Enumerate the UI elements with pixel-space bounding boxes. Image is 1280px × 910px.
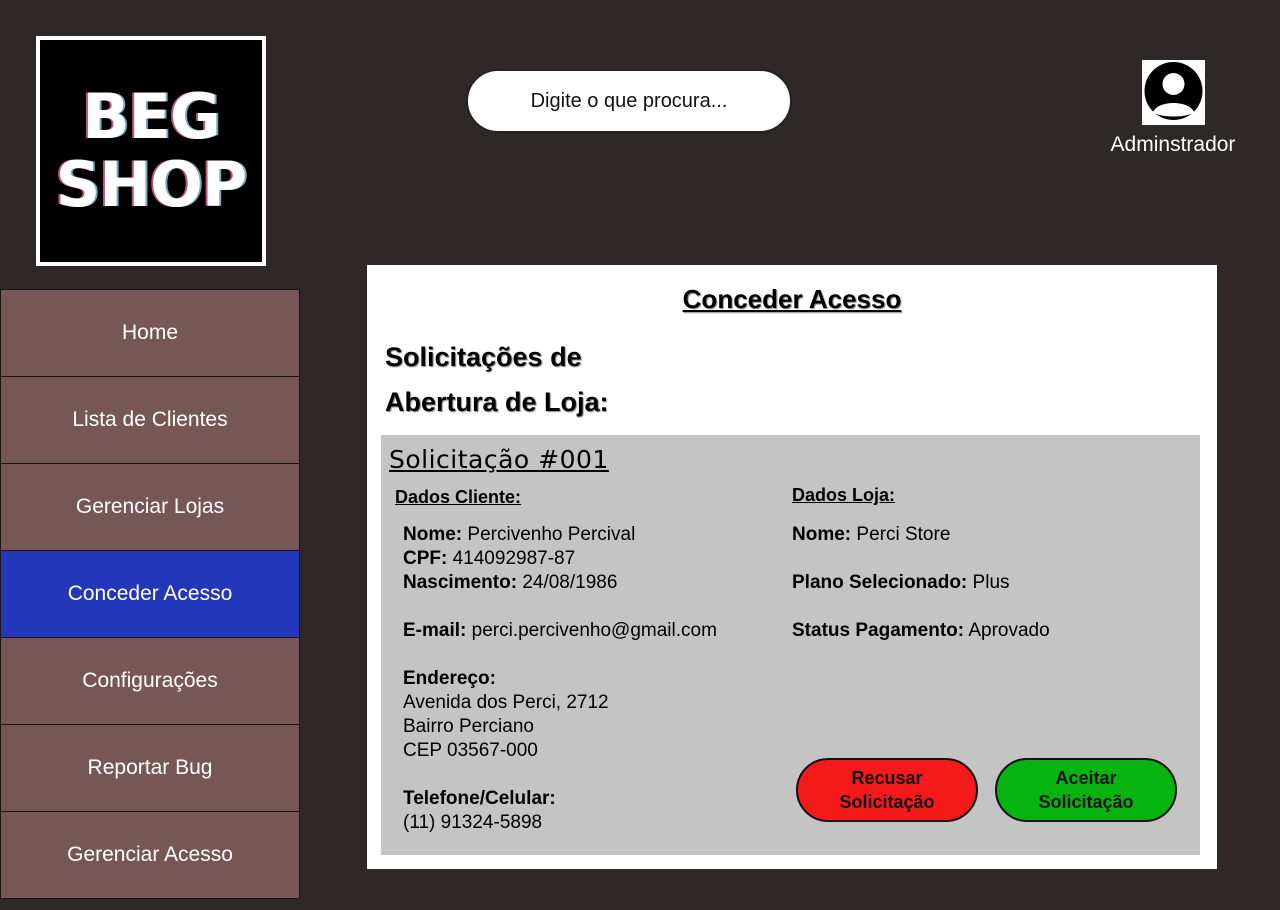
sidebar-item-client-list[interactable]: Lista de Clientes (0, 376, 300, 464)
client-birth-row: Nascimento: 24/08/1986 (403, 571, 635, 595)
sidebar-item-home[interactable]: Home (0, 289, 300, 377)
store-payment-label: Status Pagamento: (792, 620, 965, 641)
store-name-label: Nome: (792, 524, 852, 545)
reject-button-line2: Solicitação (839, 792, 935, 812)
sidebar-item-grant-access[interactable]: Conceder Acesso (0, 550, 300, 638)
store-payment-status: Aprovado (968, 620, 1050, 641)
logo-text-line1: BEG (82, 80, 220, 153)
client-address-label: Endereço: (403, 668, 496, 689)
sidebar-item-label: Configurações (82, 669, 218, 692)
accept-request-button[interactable]: Aceitar Solicitação (995, 758, 1177, 822)
store-name: Perci Store (856, 524, 951, 545)
sidebar-item-manage-stores[interactable]: Gerenciar Lojas (0, 463, 300, 551)
client-name: Percivenho Percival (467, 524, 636, 545)
accept-button-line1: Aceitar (1055, 768, 1117, 788)
sidebar-item-label: Conceder Acesso (67, 582, 233, 605)
user-profile[interactable]: Adminstrador (1098, 60, 1248, 157)
client-cpf: 414092987-87 (452, 548, 576, 569)
store-data-header: Dados Loja: (792, 485, 896, 505)
client-address-block: Endereço: Avenida dos Perci, 2712 Bairro… (403, 667, 609, 763)
accept-button-line2: Solicitação (1038, 792, 1134, 812)
client-phone-block: Telefone/Celular: (11) 91324-5898 (403, 787, 556, 835)
reject-request-button[interactable]: Recusar Solicitação (796, 758, 978, 822)
client-birth: 24/08/1986 (522, 572, 618, 593)
store-plan-label: Plano Selecionado: (792, 572, 968, 593)
search-placeholder: Digite o que procura... (530, 89, 728, 112)
sidebar-item-manage-access[interactable]: Gerenciar Acesso (0, 811, 300, 899)
client-name-label: Nome: (403, 524, 463, 545)
sidebar-item-label: Gerenciar Acesso (67, 843, 233, 866)
client-cpf-label: CPF: (403, 548, 448, 569)
client-birth-label: Nascimento: (403, 572, 518, 593)
sidebar-item-label: Lista de Clientes (72, 408, 228, 431)
client-name-row: Nome: Percivenho Percival (403, 523, 635, 547)
store-payment-row: Status Pagamento: Aprovado (792, 619, 1050, 643)
client-data-header: Dados Cliente: (395, 487, 522, 507)
section-title-line1: Solicitações de (385, 342, 582, 372)
client-address-line1: Avenida dos Perci, 2712 (403, 692, 609, 713)
client-email-label: E-mail: (403, 620, 467, 641)
section-title-line2: Abertura de Loja: (385, 387, 609, 417)
client-cpf-row: CPF: 414092987-87 (403, 547, 635, 571)
reject-button-line1: Recusar (851, 768, 923, 788)
request-title: Solicitação #001 (389, 445, 609, 474)
main-panel: Conceder Acesso Solicitações de Abertura… (367, 265, 1217, 869)
sidebar-item-label: Gerenciar Lojas (75, 495, 225, 518)
store-plan: Plus (972, 572, 1010, 593)
client-info-block: Nome: Percivenho Percival CPF: 414092987… (403, 523, 635, 595)
client-address-line2: Bairro Perciano (403, 716, 534, 737)
user-avatar-icon[interactable] (1141, 60, 1205, 125)
store-name-row: Nome: Perci Store (792, 523, 950, 547)
page-title: Conceder Acesso (682, 284, 902, 314)
request-card: Solicitação #001 Dados Cliente: Dados Lo… (381, 435, 1200, 855)
sidebar-item-settings[interactable]: Configurações (0, 637, 300, 725)
client-address-line3: CEP 03567-000 (403, 740, 538, 761)
brand-logo[interactable]: BEG SHOP (36, 36, 266, 266)
section-title: Solicitações de Abertura de Loja: (385, 335, 685, 425)
client-phone-label: Telefone/Celular: (403, 788, 556, 809)
sidebar-item-report-bug[interactable]: Reportar Bug (0, 724, 300, 812)
store-plan-row: Plano Selecionado: Plus (792, 571, 1010, 595)
sidebar-item-label: Reportar Bug (87, 756, 213, 779)
client-email: perci.percivenho@gmail.com (471, 620, 717, 641)
search-input[interactable]: Digite o que procura... (466, 69, 792, 133)
sidebar: Home Lista de Clientes Gerenciar Lojas C… (0, 289, 300, 899)
user-name: Adminstrador (1110, 133, 1236, 156)
logo-text-line2: SHOP (55, 148, 248, 221)
sidebar-item-label: Home (121, 321, 179, 344)
client-phone: (11) 91324-5898 (403, 812, 543, 833)
logo-inner: BEG SHOP (40, 40, 262, 262)
client-email-row: E-mail: perci.percivenho@gmail.com (403, 619, 717, 643)
